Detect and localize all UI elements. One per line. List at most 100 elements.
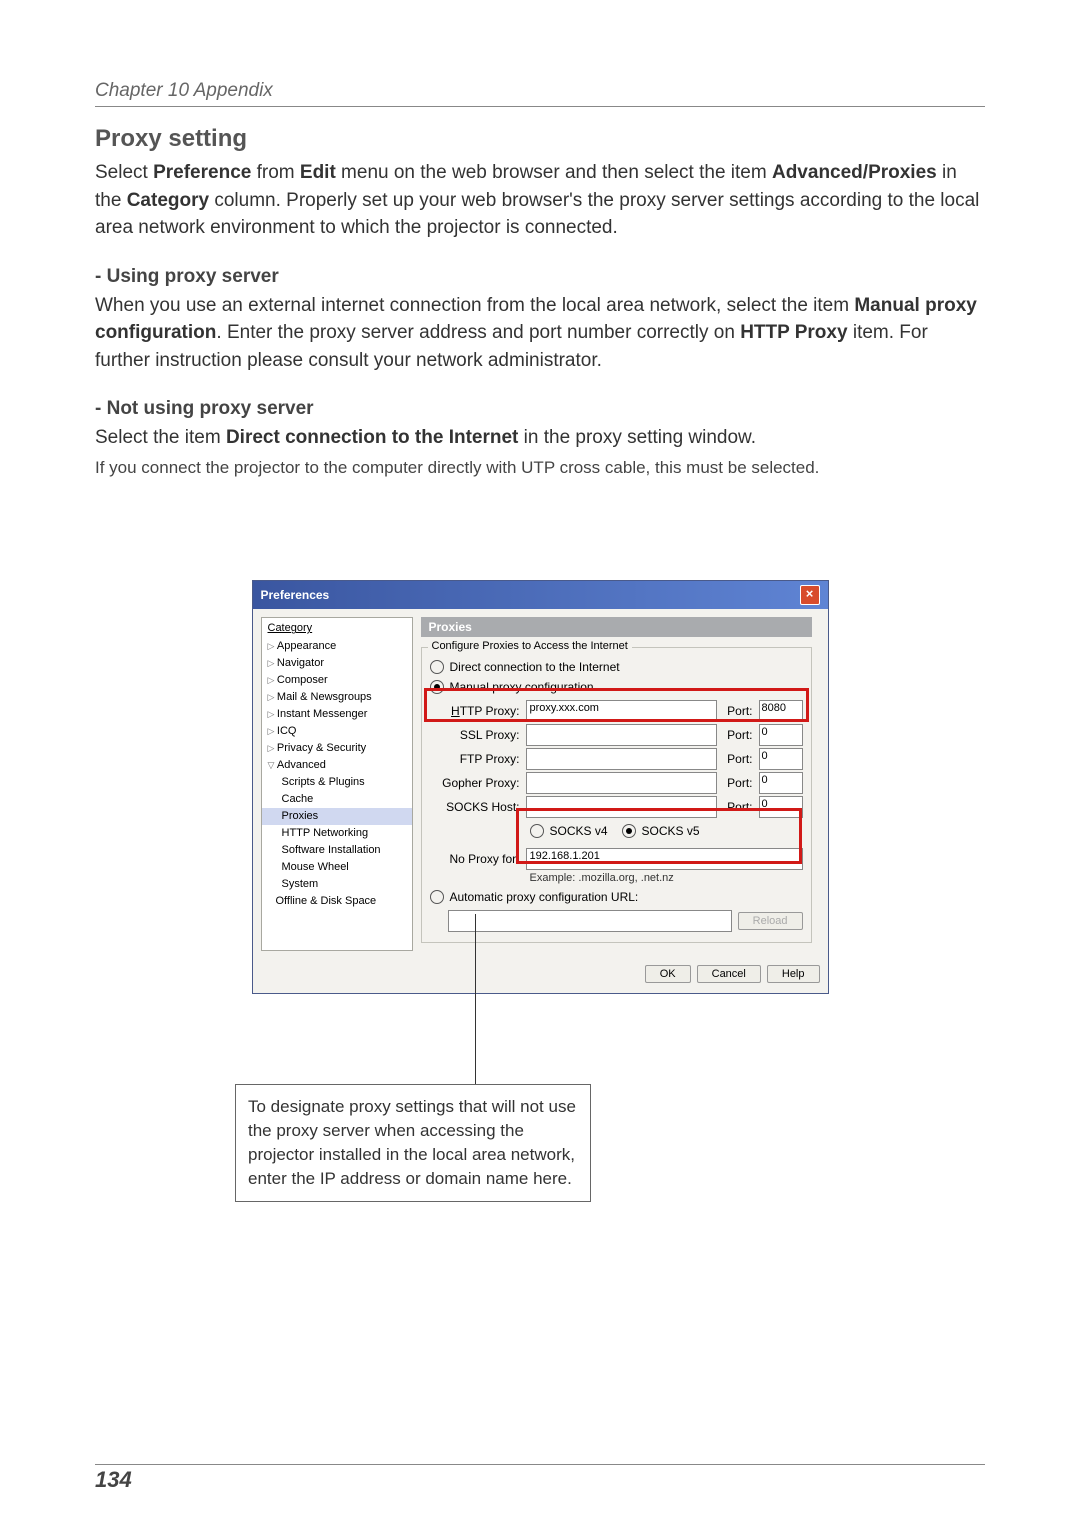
- bold-preference: Preference: [153, 162, 251, 183]
- bold-direct: Direct connection to the Internet: [226, 427, 518, 448]
- reload-button[interactable]: Reload: [738, 912, 803, 930]
- cat-scripts[interactable]: Scripts & Plugins: [262, 774, 412, 791]
- radio-auto[interactable]: Automatic proxy configuration URL:: [430, 890, 803, 904]
- cat-cache[interactable]: Cache: [262, 791, 412, 808]
- cat-swinst[interactable]: Software Installation: [262, 842, 412, 859]
- cat-icq[interactable]: ICQ: [262, 723, 412, 740]
- socks4-label: SOCKS v4: [550, 824, 608, 838]
- dialog-button-row: OK Cancel Help: [253, 959, 828, 993]
- category-heading: Category: [262, 620, 412, 637]
- txt: column. Properly set up your web browser…: [95, 190, 979, 239]
- txt: from: [251, 162, 300, 183]
- port-label: Port:: [723, 704, 753, 718]
- http-port-input[interactable]: 8080: [759, 700, 803, 722]
- group-legend: Configure Proxies to Access the Internet: [428, 640, 632, 652]
- preferences-dialog: Preferences × Category Appearance Naviga…: [252, 580, 829, 994]
- gopher-proxy-input[interactable]: [526, 772, 717, 794]
- callout-box: To designate proxy settings that will no…: [235, 1084, 591, 1201]
- http-proxy-input[interactable]: proxy.xxx.com: [526, 700, 717, 722]
- cat-system[interactable]: System: [262, 876, 412, 893]
- bold-category: Category: [127, 190, 209, 211]
- utp-note: If you connect the projector to the comp…: [95, 456, 985, 481]
- socks-version-row: SOCKS v4 SOCKS v5: [530, 822, 803, 844]
- page-number: 134: [95, 1464, 985, 1493]
- gopher-proxy-label: Gopher Proxy:: [430, 776, 520, 790]
- radio-socks5[interactable]: SOCKS v5: [622, 824, 700, 838]
- ssl-port-input[interactable]: 0: [759, 724, 803, 746]
- cat-mouse[interactable]: Mouse Wheel: [262, 859, 412, 876]
- gopher-port-input[interactable]: 0: [759, 772, 803, 794]
- txt: in the proxy setting window.: [518, 427, 756, 448]
- auto-url-row: Reload: [430, 910, 803, 932]
- socks5-label: SOCKS v5: [642, 824, 700, 838]
- radio-manual[interactable]: Manual proxy configuration: [430, 680, 803, 694]
- radio-direct[interactable]: Direct connection to the Internet: [430, 660, 803, 674]
- port-label: Port:: [723, 776, 753, 790]
- txt: Select: [95, 162, 153, 183]
- ftp-port-input[interactable]: 0: [759, 748, 803, 770]
- cat-httpnet[interactable]: HTTP Networking: [262, 825, 412, 842]
- panel-title: Proxies: [421, 617, 812, 637]
- section-title: Proxy setting: [95, 125, 985, 153]
- proxies-panel: Proxies Configure Proxies to Access the …: [413, 617, 820, 951]
- ftp-proxy-row: FTP Proxy: Port: 0: [430, 748, 803, 770]
- using-proxy-paragraph: When you use an external internet connec…: [95, 292, 985, 375]
- radio-manual-label: Manual proxy configuration: [450, 680, 594, 694]
- txt: Select the item: [95, 427, 226, 448]
- cat-proxies[interactable]: Proxies: [262, 808, 412, 825]
- cat-composer[interactable]: Composer: [262, 672, 412, 689]
- port-label: Port:: [723, 728, 753, 742]
- using-proxy-heading: - Using proxy server: [95, 266, 985, 288]
- port-label: Port:: [723, 800, 753, 814]
- cat-navigator[interactable]: Navigator: [262, 655, 412, 672]
- socks-port-input[interactable]: 0: [759, 796, 803, 818]
- bold-http-proxy: HTTP Proxy: [740, 322, 847, 343]
- ftp-proxy-label: FTP Proxy:: [430, 752, 520, 766]
- radio-icon[interactable]: [430, 660, 444, 674]
- cat-appearance[interactable]: Appearance: [262, 638, 412, 655]
- no-proxy-row: No Proxy for: 192.168.1.201: [430, 848, 803, 870]
- dialog-titlebar[interactable]: Preferences ×: [253, 581, 828, 609]
- bold-edit: Edit: [300, 162, 336, 183]
- auto-url-input[interactable]: [448, 910, 732, 932]
- category-tree[interactable]: Category Appearance Navigator Composer M…: [261, 617, 413, 951]
- txt: When you use an external internet connec…: [95, 295, 854, 316]
- radio-icon[interactable]: [430, 890, 444, 904]
- no-proxy-input[interactable]: 192.168.1.201: [526, 848, 803, 870]
- dialog-title-text: Preferences: [261, 588, 330, 602]
- http-proxy-row: HHTTP Proxy:TTP Proxy: proxy.xxx.com Por…: [430, 700, 803, 722]
- radio-auto-label: Automatic proxy configuration URL:: [450, 890, 639, 904]
- ssl-proxy-input[interactable]: [526, 724, 717, 746]
- txt: menu on the web browser and then select …: [336, 162, 772, 183]
- not-using-heading: - Not using proxy server: [95, 398, 985, 420]
- chapter-header: Chapter 10 Appendix: [95, 80, 985, 107]
- radio-icon[interactable]: [430, 680, 444, 694]
- close-icon[interactable]: ×: [800, 585, 820, 605]
- socks-host-label: SOCKS Host:: [430, 800, 520, 814]
- radio-icon[interactable]: [530, 824, 544, 838]
- socks-host-row: SOCKS Host: Port: 0: [430, 796, 803, 818]
- cat-advanced[interactable]: Advanced: [262, 757, 412, 774]
- help-button[interactable]: Help: [767, 965, 820, 983]
- ssl-proxy-label: SSL Proxy:: [430, 728, 520, 742]
- callout-line: [475, 914, 476, 1084]
- example-text: Example: .mozilla.org, .net.nz: [530, 872, 803, 884]
- ok-button[interactable]: OK: [645, 965, 691, 983]
- intro-paragraph: Select Preference from Edit menu on the …: [95, 159, 985, 242]
- radio-icon[interactable]: [622, 824, 636, 838]
- bold-advanced: Advanced/Proxies: [772, 162, 937, 183]
- cancel-button[interactable]: Cancel: [697, 965, 761, 983]
- cat-mail[interactable]: Mail & Newsgroups: [262, 689, 412, 706]
- port-label: Port:: [723, 752, 753, 766]
- radio-socks4[interactable]: SOCKS v4: [530, 824, 608, 838]
- cat-privacy[interactable]: Privacy & Security: [262, 740, 412, 757]
- txt: . Enter the proxy server address and por…: [216, 322, 740, 343]
- cat-im[interactable]: Instant Messenger: [262, 706, 412, 723]
- no-proxy-label: No Proxy for:: [430, 852, 520, 866]
- gopher-proxy-row: Gopher Proxy: Port: 0: [430, 772, 803, 794]
- http-proxy-label: HHTTP Proxy:TTP Proxy:: [430, 704, 520, 718]
- cat-offline[interactable]: Offline & Disk Space: [262, 893, 412, 910]
- socks-host-input[interactable]: [526, 796, 717, 818]
- not-using-paragraph: Select the item Direct connection to the…: [95, 424, 985, 452]
- ftp-proxy-input[interactable]: [526, 748, 717, 770]
